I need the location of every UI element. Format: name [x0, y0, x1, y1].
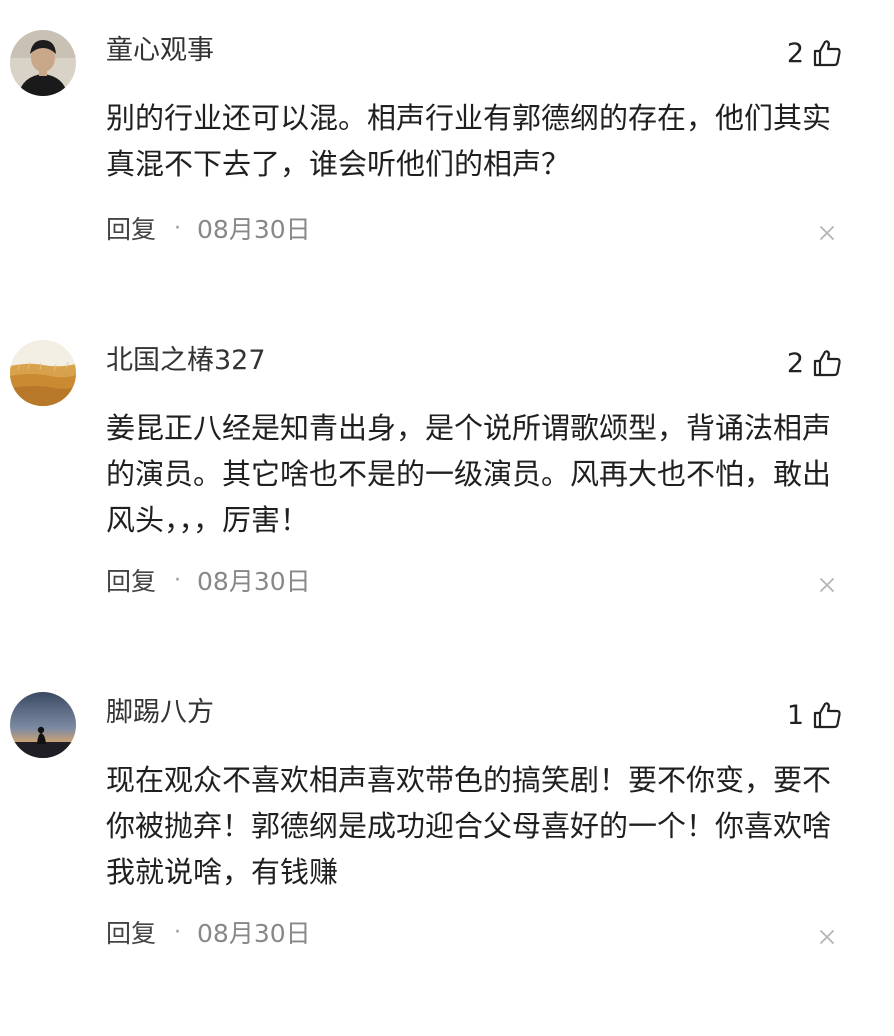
like-button[interactable]: 2 [787, 33, 842, 73]
username[interactable]: 童心观事 [106, 31, 214, 71]
reply-button[interactable]: 回复 [106, 210, 156, 246]
avatar[interactable] [10, 692, 76, 758]
reply-button[interactable]: 回复 [106, 562, 156, 598]
thumbs-up-icon[interactable] [812, 700, 842, 730]
avatar[interactable] [10, 30, 76, 96]
comment-item: 脚踢八方 1 现在观众不喜欢相声喜欢带色的搞笑剧！要不你变，要不你被抛弃！郭德纲… [0, 662, 894, 1014]
like-button[interactable]: 2 [787, 343, 842, 383]
comment-text: 现在观众不喜欢相声喜欢带色的搞笑剧！要不你变，要不你被抛弃！郭德纲是成功迎合父母… [106, 763, 832, 889]
like-count: 2 [786, 37, 804, 69]
close-icon[interactable] [818, 576, 836, 594]
comment-footer: 回复 · 08月30日 [106, 912, 311, 952]
separator-dot: · [174, 215, 182, 241]
avatar[interactable] [10, 340, 76, 406]
close-icon[interactable] [818, 928, 836, 946]
thumbs-up-icon[interactable] [812, 348, 842, 378]
comment-item: 北国之椿327 2 姜昆正八经是知青出身，是个说所谓歌颂型，背诵法相声的演员。其… [0, 310, 894, 662]
reply-button[interactable]: 回复 [106, 914, 156, 950]
username[interactable]: 北国之椿327 [106, 341, 266, 381]
comment-footer: 回复 · 08月30日 [106, 560, 311, 600]
comment-text: 姜昆正八经是知青出身，是个说所谓歌颂型，背诵法相声的演员。其它啥也不是的一级演员… [106, 411, 832, 537]
comment-item: 童心观事 2 别的行业还可以混。相声行业有郭德纲的存在，他们其实真混不下去了，谁… [0, 0, 894, 352]
comment-footer: 回复 · 08月30日 [106, 208, 311, 248]
like-count: 2 [786, 347, 804, 379]
separator-dot: · [174, 567, 182, 593]
close-icon[interactable] [818, 224, 836, 242]
comment-date: 08月30日 [197, 567, 311, 596]
like-count: 1 [786, 699, 804, 731]
comment-date: 08月30日 [197, 919, 311, 948]
thumbs-up-icon[interactable] [812, 38, 842, 68]
comment-text: 别的行业还可以混。相声行业有郭德纲的存在，他们其实真混不下去了，谁会听他们的相声… [106, 101, 832, 181]
comment-date: 08月30日 [197, 215, 311, 244]
like-button[interactable]: 1 [787, 695, 842, 735]
username[interactable]: 脚踢八方 [106, 693, 214, 733]
separator-dot: · [174, 919, 182, 945]
